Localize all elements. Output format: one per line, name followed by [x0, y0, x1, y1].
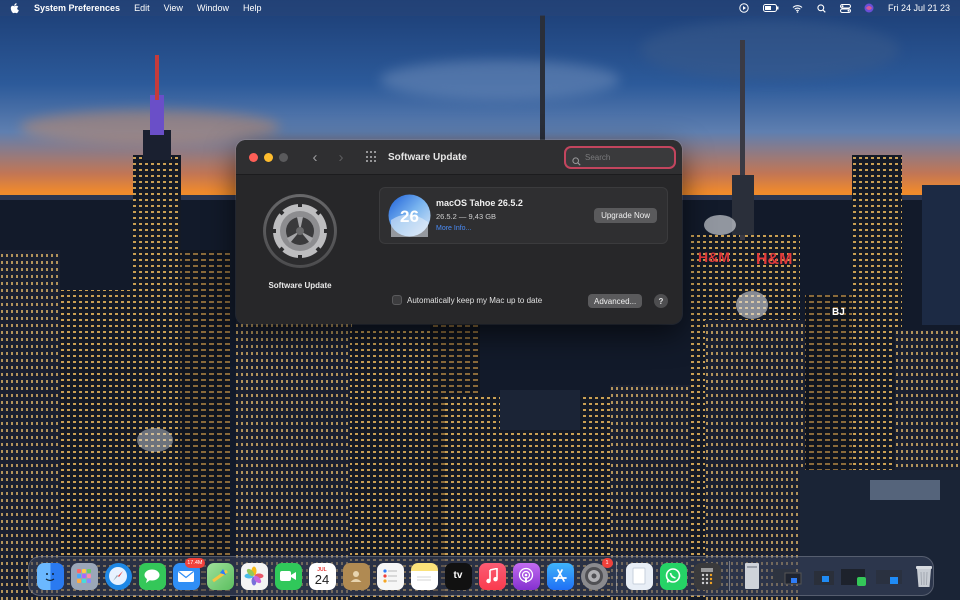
system-preferences-badge: 1: [601, 557, 613, 568]
dock-photos-icon[interactable]: [240, 562, 268, 590]
dock-music-icon[interactable]: [478, 562, 506, 590]
play-status-icon[interactable]: [739, 3, 750, 13]
back-chevron-icon[interactable]: ‹: [310, 150, 320, 165]
dock: 17.4M JUL 24 tv 1: [28, 556, 934, 596]
menu-help[interactable]: Help: [243, 3, 262, 13]
update-card: 26 macOS Tahoe 26.5.2 26.5.2 — 9,43 GB M…: [379, 187, 668, 244]
dock-file-stack-icon[interactable]: [739, 563, 766, 590]
dock-trash-icon[interactable]: [911, 563, 938, 590]
svg-text:BJ: BJ: [832, 307, 845, 318]
auto-update-checkbox[interactable]: [392, 295, 402, 305]
dock-facetime-icon[interactable]: [274, 562, 302, 590]
dock-system-preferences-icon[interactable]: 1: [580, 557, 613, 590]
advanced-button[interactable]: Advanced...: [588, 294, 643, 308]
update-name: macOS Tahoe 26.5.2: [436, 198, 523, 208]
dock-notes-icon[interactable]: [410, 562, 438, 590]
menu-window[interactable]: Window: [197, 3, 229, 13]
dock-finder-icon[interactable]: [36, 562, 64, 590]
dock-mail-icon[interactable]: 17.4M: [172, 557, 205, 590]
siri-icon[interactable]: [864, 3, 875, 13]
dock-apple-tv-icon[interactable]: tv: [444, 562, 472, 590]
search-input[interactable]: [585, 153, 671, 162]
dock-whatsapp-icon[interactable]: [659, 562, 687, 590]
search-icon: [572, 153, 581, 166]
dock-window-thumbnail-3[interactable]: [840, 563, 869, 590]
auto-update-row: Automatically keep my Mac up to date: [392, 295, 542, 305]
dock-podcasts-icon[interactable]: [512, 562, 540, 590]
dock-window-thumbnail-1[interactable]: [772, 563, 807, 590]
dock-maps-icon[interactable]: [206, 562, 234, 590]
show-all-grid-icon[interactable]: [366, 151, 378, 163]
mail-unread-badge: 17.4M: [185, 557, 205, 568]
dock-messages-icon[interactable]: [138, 562, 166, 590]
menu-bar: System Preferences Edit View Window Help…: [0, 0, 960, 16]
window-titlebar: ‹ › Software Update: [236, 140, 682, 175]
update-version-size: 26.5.2 — 9,43 GB: [436, 212, 497, 221]
minimize-window-button[interactable]: [264, 152, 273, 162]
forward-chevron-icon[interactable]: ›: [336, 150, 346, 165]
upgrade-now-button[interactable]: Upgrade Now: [594, 208, 657, 223]
dock-window-thumbnail-2[interactable]: [813, 563, 834, 590]
svg-text:H&M: H&M: [698, 249, 730, 265]
auto-update-label[interactable]: Automatically keep my Mac up to date: [407, 296, 542, 305]
zoom-window-button[interactable]: [279, 152, 288, 162]
dock-launchpad-icon[interactable]: [70, 562, 98, 590]
dock-calendar-icon[interactable]: JUL 24: [308, 562, 336, 590]
software-update-window: ‹ › Software Update Search Software Upda…: [236, 140, 682, 324]
dock-calculator-icon[interactable]: [693, 562, 721, 590]
menu-view[interactable]: View: [164, 3, 183, 13]
spotlight-search-icon[interactable]: [816, 3, 827, 13]
window-title: Software Update: [388, 151, 467, 163]
dock-safari-icon[interactable]: [104, 562, 132, 590]
wifi-icon[interactable]: [792, 3, 803, 13]
dock-reminders-icon[interactable]: [376, 562, 404, 590]
menu-edit[interactable]: Edit: [134, 3, 150, 13]
search-field[interactable]: [566, 148, 674, 167]
close-window-button[interactable]: [249, 152, 258, 162]
dock-contacts-icon[interactable]: [342, 562, 370, 590]
dock-preview-icon[interactable]: [625, 562, 653, 590]
dock-app-store-icon[interactable]: [546, 562, 574, 590]
software-update-gear-icon: [262, 193, 338, 269]
calendar-day: 24: [314, 571, 330, 587]
dock-separator: [616, 561, 617, 591]
help-button[interactable]: ?: [654, 294, 668, 308]
window-content: Software Update 26 macOS Tahoe 26.5.2 26…: [236, 175, 682, 324]
sidebar-title: Software Update: [268, 281, 332, 290]
more-info-link[interactable]: More Info...: [436, 225, 471, 232]
dock-window-thumbnail-4[interactable]: [875, 563, 904, 590]
dock-separator-2: [729, 561, 730, 591]
apple-menu-icon[interactable]: [10, 2, 20, 14]
battery-icon[interactable]: [762, 3, 779, 13]
macos-tahoe-icon: 26: [388, 194, 431, 237]
tv-app-label: tv: [453, 570, 463, 581]
menu-app-name[interactable]: System Preferences: [34, 3, 120, 13]
control-center-icon[interactable]: [839, 3, 851, 13]
svg-text:H&M: H&M: [756, 251, 792, 268]
svg-text:26: 26: [400, 207, 419, 226]
menu-clock[interactable]: Fri 24 Jul 21 23: [888, 3, 950, 13]
sidebar-panel: Software Update: [236, 175, 364, 324]
